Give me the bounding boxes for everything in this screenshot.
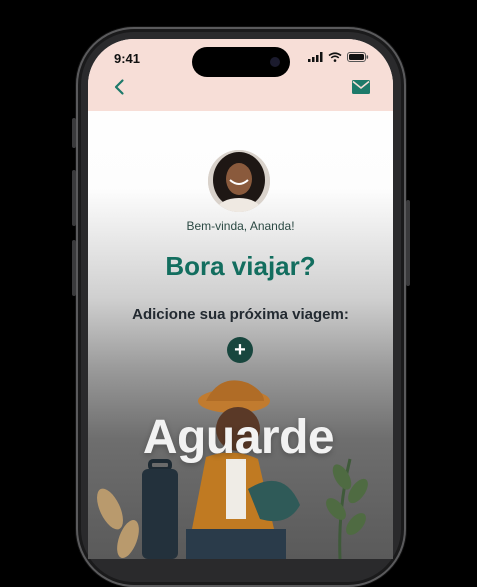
avatar [208,150,270,212]
chevron-left-icon[interactable] [110,77,130,97]
plus-icon: + [234,339,246,361]
silent-switch [72,118,76,148]
welcome-message: Bem-vinda, Ananda! [186,219,295,233]
signal-icon [308,52,323,62]
app-screen: 9:41 Bem-vinda, Ananda! Bora viajar? Adi… [88,39,393,559]
power-button [406,200,410,286]
dynamic-island [192,47,290,77]
traveler-illustration [97,380,368,559]
top-bar: 9:41 [88,39,393,111]
camera-icon [270,57,280,67]
mail-icon[interactable] [351,78,371,96]
status-time: 9:41 [114,51,141,66]
add-trip-label: Adicione sua próxima viagem: [132,306,349,323]
status-icons [308,52,369,62]
page-title: Bora viajar? [165,251,316,281]
add-trip-button[interactable]: + [227,337,253,363]
battery-icon [347,52,369,62]
loading-overlay-text: Aguarde [142,411,335,464]
wifi-icon [328,52,342,62]
volume-down-button [72,240,76,296]
volume-up-button [72,170,76,226]
avatar-image [208,150,270,212]
